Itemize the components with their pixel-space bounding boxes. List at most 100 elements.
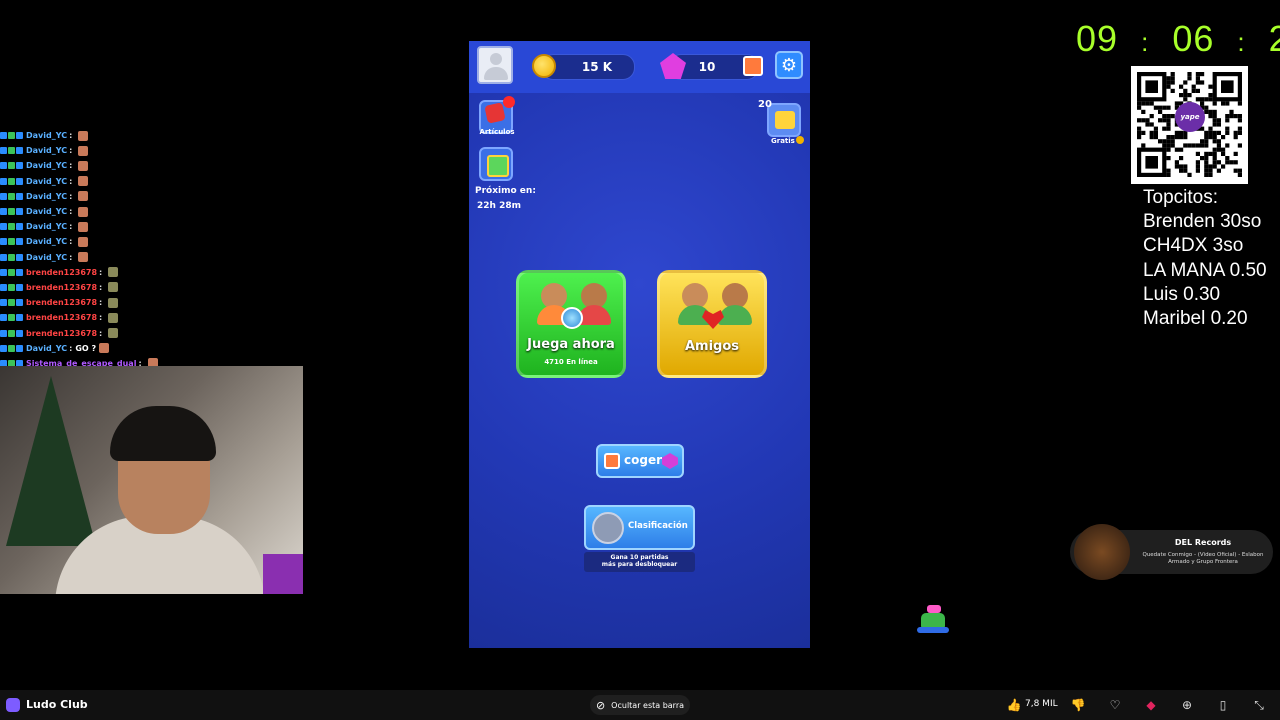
qr-module (1187, 72, 1192, 77)
qr-module (1195, 80, 1200, 85)
qr-module (1158, 109, 1163, 114)
qr-module (1208, 130, 1213, 135)
qr-module (1195, 168, 1200, 173)
chat-separator: : (69, 191, 73, 201)
chat-username[interactable]: David_YC (26, 177, 67, 186)
friends-card[interactable]: Amigos (657, 270, 767, 378)
qr-module (1216, 139, 1221, 144)
thumbs-up-icon[interactable]: 👍 (1006, 697, 1022, 713)
qr-module (1216, 122, 1221, 127)
badge-icon (16, 192, 23, 200)
free-reward-button[interactable] (767, 103, 801, 137)
topcitos-title: Topcitos: (1143, 187, 1218, 208)
badge-icon (0, 344, 7, 352)
minimize-icon[interactable]: ⤡ (1251, 697, 1267, 713)
chat-badges (0, 253, 23, 261)
chat-username[interactable]: David_YC (26, 207, 67, 216)
qr-module (1204, 156, 1209, 161)
emote-icon (78, 130, 89, 141)
badge-icon (8, 253, 15, 261)
qr-module (1141, 118, 1146, 123)
qr-module (1212, 118, 1217, 123)
qr-module (1225, 160, 1230, 165)
qr-module (1237, 101, 1242, 106)
qr-module (1137, 101, 1142, 106)
qr-module (1174, 135, 1179, 140)
crosshair-icon[interactable]: ⊕ (1179, 697, 1195, 713)
play-now-label: Juega ahora (527, 337, 615, 352)
qr-module (1166, 105, 1171, 110)
qr-module (1208, 97, 1213, 102)
gamepad-icon[interactable]: ◆ (1143, 697, 1159, 713)
badge-icon (0, 177, 7, 185)
qr-module (1233, 160, 1238, 165)
qr-module (1212, 135, 1217, 140)
chat-username[interactable]: David_YC (26, 161, 67, 170)
heart-icon[interactable]: ♡ (1107, 697, 1123, 713)
play-now-card[interactable]: Juega ahora 4710 En línea (516, 270, 626, 378)
free-reward-count: 20 (758, 99, 772, 110)
qr-module (1149, 130, 1154, 135)
topcito-item: Luis 0.30 (1143, 283, 1221, 305)
chat-username[interactable]: brenden123678 (26, 283, 97, 292)
chat-username[interactable]: brenden123678 (26, 298, 97, 307)
qr-module (1204, 97, 1209, 102)
badge-icon (16, 329, 23, 337)
chat-username[interactable]: David_YC (26, 222, 67, 231)
collect-button[interactable]: coger (596, 444, 684, 478)
qr-module (1166, 126, 1171, 131)
qr-module (1187, 172, 1192, 177)
chat-username[interactable]: David_YC (26, 131, 67, 140)
qr-module (1237, 130, 1242, 135)
qr-module (1208, 135, 1213, 140)
chat-username[interactable]: David_YC (26, 192, 67, 201)
badge-icon (16, 314, 23, 322)
qr-module (1183, 93, 1188, 98)
chat-username[interactable]: brenden123678 (26, 329, 97, 338)
gift-button[interactable] (479, 147, 513, 181)
chat-username[interactable]: David_YC (26, 253, 67, 262)
qr-module (1225, 156, 1230, 161)
qr-module (1191, 84, 1196, 89)
chat-username[interactable]: David_YC (26, 344, 67, 353)
qr-module (1162, 143, 1167, 148)
gear-icon[interactable]: ⚙ (775, 51, 803, 79)
chat-badges (0, 177, 23, 185)
qr-module (1179, 130, 1184, 135)
emote-icon (108, 267, 119, 278)
chat-username[interactable]: David_YC (26, 146, 67, 155)
thumbs-down-icon[interactable]: 👎 (1070, 697, 1086, 713)
qr-module (1153, 130, 1158, 135)
qr-module (1195, 151, 1200, 156)
badge-icon (16, 283, 23, 291)
topcito-item: LA MANA 0.50 (1143, 259, 1267, 281)
album-art (1074, 524, 1130, 580)
chat-message: David_YC: (0, 158, 300, 173)
qr-module (1212, 114, 1217, 119)
articulos-label: Artículos (479, 128, 515, 136)
qr-module (1237, 172, 1242, 177)
qr-module (1166, 114, 1171, 119)
chat-username[interactable]: David_YC (26, 237, 67, 246)
video-ad-icon[interactable] (743, 56, 763, 76)
chat-badges (0, 344, 23, 352)
qr-module (1216, 147, 1221, 152)
proximo-time: 22h 28m (477, 201, 521, 211)
chat-badges (0, 314, 23, 322)
qr-module (1233, 135, 1238, 140)
hide-bar-button[interactable]: ⊘ Ocultar esta barra (590, 695, 690, 715)
ranking-button[interactable]: Clasificación (584, 505, 695, 550)
profile-avatar[interactable] (477, 46, 513, 84)
chat-badges (0, 192, 23, 200)
qr-module (1183, 143, 1188, 148)
dice-icon (484, 102, 506, 124)
chat-username[interactable]: brenden123678 (26, 313, 97, 322)
phone-icon[interactable]: ▯ (1215, 697, 1231, 713)
badge-icon (8, 314, 15, 322)
qr-module (1162, 126, 1167, 131)
emote-icon (78, 191, 89, 202)
qr-module (1212, 109, 1217, 114)
chair-accent (263, 554, 303, 594)
chat-separator: : (69, 222, 73, 232)
chat-username[interactable]: brenden123678 (26, 268, 97, 277)
